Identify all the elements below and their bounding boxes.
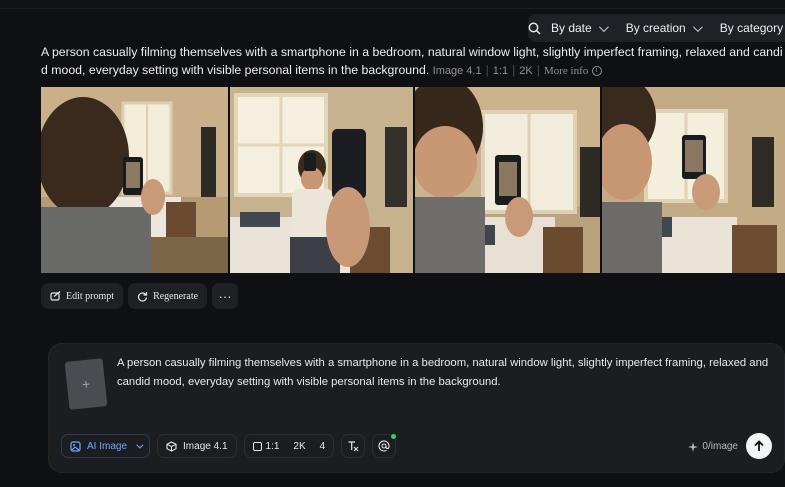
result-prompt: A person casually filming themselves wit… bbox=[41, 45, 783, 77]
cube-icon bbox=[166, 440, 177, 452]
sparkle-icon bbox=[688, 441, 699, 452]
ratio-label: 1:1 bbox=[265, 440, 280, 452]
chevron-down-icon bbox=[598, 21, 609, 32]
arrow-up-icon bbox=[754, 440, 764, 451]
text-format-icon bbox=[348, 441, 359, 452]
composer-input[interactable]: A person casually filming themselves wit… bbox=[117, 354, 772, 392]
regenerate-label: Regenerate bbox=[153, 290, 199, 302]
generated-image-4[interactable] bbox=[601, 87, 785, 273]
at-sign-icon bbox=[378, 440, 390, 452]
result-ratio: 1:1 bbox=[492, 65, 509, 77]
count-label: 4 bbox=[319, 440, 326, 452]
credit-cost: 0/image bbox=[688, 441, 738, 452]
generated-image-1[interactable] bbox=[41, 87, 228, 273]
search-icon[interactable] bbox=[528, 14, 541, 42]
filter-bar: By date By creation By category bbox=[528, 14, 785, 42]
more-icon: ··· bbox=[218, 288, 232, 304]
image-upload-slot[interactable]: + bbox=[64, 358, 108, 410]
filter-by-category[interactable]: By category bbox=[710, 14, 785, 42]
more-options-button[interactable]: ··· bbox=[212, 283, 239, 309]
mode-select[interactable]: AI Image bbox=[61, 434, 151, 458]
image-mode-icon bbox=[70, 440, 81, 452]
mode-label: AI Image bbox=[87, 440, 128, 452]
mention-button[interactable] bbox=[372, 434, 397, 458]
text-style-button[interactable] bbox=[341, 434, 366, 458]
result-resolution: 2K bbox=[519, 65, 533, 77]
refresh-icon bbox=[138, 291, 148, 302]
generated-image-2[interactable] bbox=[229, 87, 413, 273]
filter-by-date-label: By date bbox=[551, 21, 592, 35]
settings-select[interactable]: 1:1 2K 4 bbox=[243, 434, 335, 458]
edit-prompt-label: Edit prompt bbox=[66, 290, 115, 302]
result-model: Image 4.1 bbox=[432, 65, 482, 77]
send-button[interactable] bbox=[746, 433, 772, 459]
composer-toolbar: AI Image Image 4.1 1:1 2K 4 bbox=[61, 434, 397, 458]
chevron-down-icon bbox=[692, 21, 703, 32]
edit-prompt-button[interactable]: Edit prompt bbox=[41, 283, 124, 309]
result-prompt-text: A person casually filming themselves wit… bbox=[41, 45, 783, 77]
status-dot bbox=[391, 434, 397, 439]
model-label: Image 4.1 bbox=[183, 440, 228, 452]
filter-by-category-label: By category bbox=[719, 21, 784, 35]
prompt-composer: + A person casually filming themselves w… bbox=[48, 343, 785, 473]
model-select[interactable]: Image 4.1 bbox=[157, 434, 237, 458]
image-gallery bbox=[41, 87, 785, 273]
chevron-down-icon bbox=[136, 441, 144, 449]
top-divider bbox=[0, 0, 785, 9]
square-ratio-icon bbox=[252, 441, 262, 451]
more-info-link[interactable]: More info bbox=[544, 65, 588, 77]
edit-icon bbox=[50, 290, 61, 301]
resolution-label: 2K bbox=[293, 440, 306, 452]
credit-cost-label: 0/image bbox=[702, 441, 738, 452]
filter-by-creation[interactable]: By creation bbox=[616, 14, 710, 42]
filter-by-creation-label: By creation bbox=[625, 21, 686, 35]
generated-image-3[interactable] bbox=[415, 87, 600, 273]
info-icon: i bbox=[591, 65, 602, 76]
result-actions: Edit prompt Regenerate ··· bbox=[41, 283, 239, 309]
regenerate-button[interactable]: Regenerate bbox=[128, 283, 208, 309]
filter-by-date[interactable]: By date bbox=[541, 14, 616, 42]
plus-icon: + bbox=[81, 375, 91, 393]
